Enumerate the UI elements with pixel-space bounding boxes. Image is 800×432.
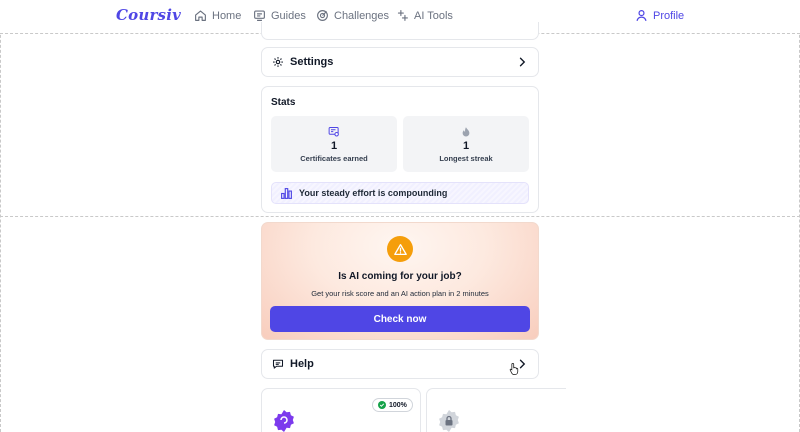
lock-badge-icon — [439, 410, 459, 432]
effort-text: Your steady effort is compounding — [299, 188, 448, 198]
effort-banner: Your steady effort is compounding — [271, 182, 529, 204]
nav-item-challenges[interactable]: Challenges — [316, 9, 389, 22]
check-circle-icon — [378, 401, 386, 409]
stat-value: 1 — [462, 139, 470, 152]
help-label: Help — [290, 358, 314, 370]
chat-icon — [272, 359, 284, 369]
stat-value: 1 — [330, 139, 338, 152]
nav-item-label: AI Tools — [414, 9, 453, 22]
nav-item-profile[interactable]: Profile — [635, 9, 684, 22]
stat-streak: 1 Longest streak — [403, 116, 529, 172]
bar-chart-icon — [281, 187, 292, 199]
nav-item-guides[interactable]: Guides — [253, 9, 306, 22]
previous-card — [261, 22, 539, 40]
help-row[interactable]: Help — [261, 349, 539, 379]
gear-icon — [273, 57, 283, 67]
page: Coursiv Home Guides Challenges AI Tools … — [0, 0, 800, 432]
nav-item-label: Home — [212, 9, 242, 22]
hand-cursor-icon — [509, 362, 519, 375]
nav-item-ai-tools[interactable]: AI Tools — [396, 9, 453, 22]
course-badge-icon — [274, 410, 294, 432]
stats-title: Stats — [271, 97, 296, 108]
guide-line-left — [0, 0, 1, 432]
settings-row[interactable]: Settings — [261, 47, 539, 77]
ai-job-promo-card: Is AI coming for your job? Get your risk… — [261, 222, 539, 340]
course-card[interactable]: 100% — [261, 388, 421, 432]
chevron-right-icon — [519, 57, 526, 67]
course-card-locked[interactable] — [426, 388, 566, 432]
promo-subtitle: Get your risk score and an AI action pla… — [311, 289, 489, 298]
nav-item-label: Profile — [653, 9, 685, 22]
stats-card: Stats 1 Certificates earned 1 Longest st… — [261, 86, 539, 213]
promo-title: Is AI coming for your job? — [338, 271, 462, 282]
progress-badge: 100% — [372, 398, 413, 412]
nav-item-label: Challenges — [334, 9, 390, 22]
flame-icon — [462, 126, 470, 136]
stat-boxes: 1 Certificates earned 1 Longest streak — [271, 116, 529, 172]
check-now-button[interactable]: Check now — [270, 306, 530, 332]
certificate-icon — [328, 126, 339, 136]
guide-line-middle — [0, 216, 800, 217]
warning-icon — [393, 243, 407, 255]
stat-label: Longest streak — [439, 153, 493, 163]
user-icon — [636, 10, 647, 21]
settings-label: Settings — [290, 56, 334, 68]
logo[interactable]: Coursiv — [116, 6, 181, 24]
ai-tools-icon — [397, 10, 408, 21]
stat-certificates: 1 Certificates earned — [271, 116, 397, 172]
progress-badge-label: 100% — [389, 401, 407, 409]
stat-label: Certificates earned — [300, 153, 368, 163]
nav-item-home[interactable]: Home — [194, 9, 241, 22]
warning-badge — [387, 236, 413, 262]
challenges-icon — [317, 10, 328, 21]
nav-item-label: Guides — [271, 9, 306, 22]
guides-icon — [254, 10, 265, 21]
home-icon — [195, 10, 206, 21]
